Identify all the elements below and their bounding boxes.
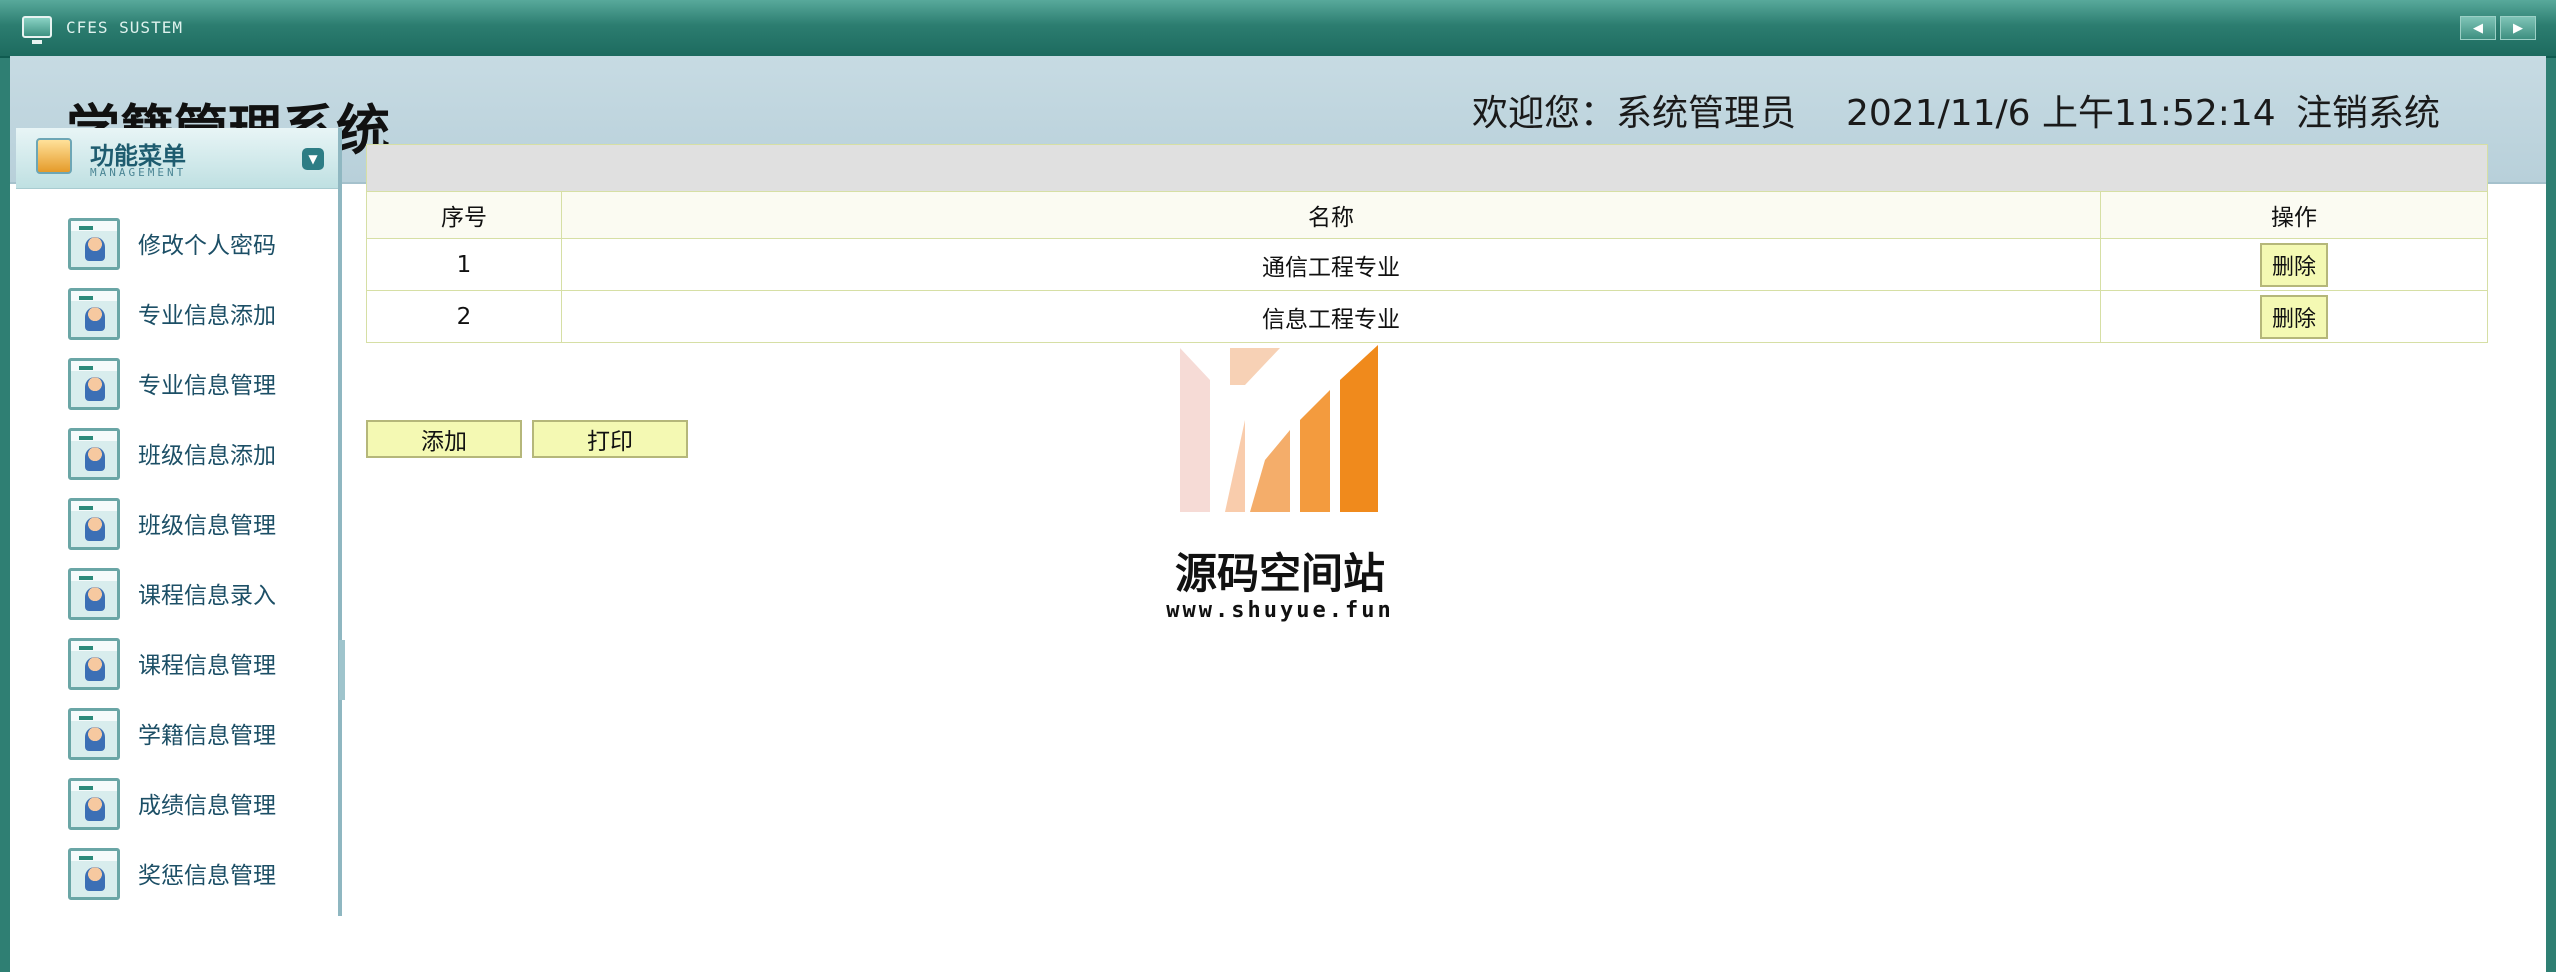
collapse-menu-button[interactable]: ▼ [302, 148, 324, 170]
delete-button[interactable]: 删除 [2259, 294, 2328, 339]
action-bar: 添加 打印 [366, 420, 688, 458]
delete-button[interactable]: 删除 [2259, 242, 2328, 287]
sidebar-item-course-manage[interactable]: 课程信息管理 [16, 638, 338, 708]
user-card-icon [68, 358, 120, 410]
user-card-icon [68, 218, 120, 270]
sidebar-item-class-manage[interactable]: 班级信息管理 [16, 498, 338, 568]
sidebar-item-class-add[interactable]: 班级信息添加 [16, 428, 338, 498]
menu-folder-icon [36, 138, 72, 174]
sidebar-item-label: 课程信息录入 [138, 583, 276, 609]
sidebar-item-label: 奖惩信息管理 [138, 863, 276, 889]
menu-header: 功能菜单 MANAGEMENT ▼ [16, 128, 338, 189]
datetime-text: 2021/11/6 上午11:52:14 [1846, 93, 2276, 134]
user-card-icon [68, 498, 120, 550]
welcome-text: 欢迎您：系统管理员 [1472, 93, 1797, 134]
window-titlebar: CFES SUSTEM ◀ ▶ [0, 0, 2556, 58]
sidebar-item-major-manage[interactable]: 专业信息管理 [16, 358, 338, 428]
column-header-op: 操作 [2100, 191, 2488, 239]
monitor-icon [22, 16, 52, 44]
watermark-logo-icon [1180, 345, 1378, 512]
sidebar: 功能菜单 MANAGEMENT ▼ 修改个人密码 专业信息添加 专业信息管理 班… [16, 128, 342, 916]
cell-name: 通信工程专业 [561, 238, 2101, 291]
sidebar-item-label: 课程信息管理 [138, 653, 276, 679]
window-nav: ◀ ▶ [2460, 16, 2536, 40]
user-card-icon [68, 568, 120, 620]
sidebar-item-label: 修改个人密码 [138, 233, 276, 259]
user-card-icon [68, 778, 120, 830]
table-caption-row [366, 144, 2488, 192]
cell-name: 信息工程专业 [561, 290, 2101, 343]
main-content: 序号 名称 操作 1 通信工程专业 删除 2 信息工程专业 删除 添加 打印 [366, 144, 2506, 458]
column-header-name: 名称 [561, 191, 2101, 239]
cell-action: 删除 [2100, 290, 2488, 343]
print-button[interactable]: 打印 [532, 420, 688, 458]
sidebar-item-label: 班级信息添加 [138, 443, 276, 469]
cell-index: 1 [366, 238, 562, 291]
cell-index: 2 [366, 290, 562, 343]
sidebar-item-grade-manage[interactable]: 成绩信息管理 [16, 778, 338, 848]
user-card-icon [68, 848, 120, 900]
chevron-down-icon: ▼ [308, 152, 318, 166]
menu-list: 修改个人密码 专业信息添加 专业信息管理 班级信息添加 班级信息管理 课程信息录… [16, 218, 338, 918]
user-card-icon [68, 288, 120, 340]
menu-subtitle: MANAGEMENT [90, 166, 187, 179]
sidebar-item-label: 班级信息管理 [138, 513, 276, 539]
major-table: 序号 名称 操作 1 通信工程专业 删除 2 信息工程专业 删除 [366, 144, 2488, 343]
watermark-title: 源码空间站 [1174, 549, 1385, 598]
table-row: 1 通信工程专业 删除 [366, 238, 2488, 291]
sidebar-item-label: 成绩信息管理 [138, 793, 276, 819]
sidebar-splitter-handle[interactable] [339, 640, 345, 700]
arrow-right-icon: ▶ [2513, 20, 2523, 36]
sidebar-item-course-entry[interactable]: 课程信息录入 [16, 568, 338, 638]
cell-action: 删除 [2100, 238, 2488, 291]
sidebar-item-label: 学籍信息管理 [138, 723, 276, 749]
column-header-index: 序号 [366, 191, 562, 239]
arrow-left-icon: ◀ [2473, 20, 2483, 36]
sidebar-item-major-add[interactable]: 专业信息添加 [16, 288, 338, 358]
logout-link[interactable]: 注销系统 [2296, 84, 2440, 136]
next-button[interactable]: ▶ [2500, 16, 2536, 40]
sidebar-item-change-password[interactable]: 修改个人密码 [16, 218, 338, 288]
prev-button[interactable]: ◀ [2460, 16, 2496, 40]
sidebar-item-label: 专业信息添加 [138, 303, 276, 329]
user-card-icon [68, 708, 120, 760]
table-row: 2 信息工程专业 删除 [366, 290, 2488, 343]
sidebar-item-reward-manage[interactable]: 奖惩信息管理 [16, 848, 338, 918]
watermark-url: www.shuyue.fun [1166, 598, 1394, 623]
add-button[interactable]: 添加 [366, 420, 522, 458]
user-card-icon [68, 638, 120, 690]
system-title: CFES SUSTEM [66, 18, 183, 37]
table-header-row: 序号 名称 操作 [366, 191, 2488, 239]
sidebar-item-student-manage[interactable]: 学籍信息管理 [16, 708, 338, 778]
sidebar-item-label: 专业信息管理 [138, 373, 276, 399]
user-card-icon [68, 428, 120, 480]
